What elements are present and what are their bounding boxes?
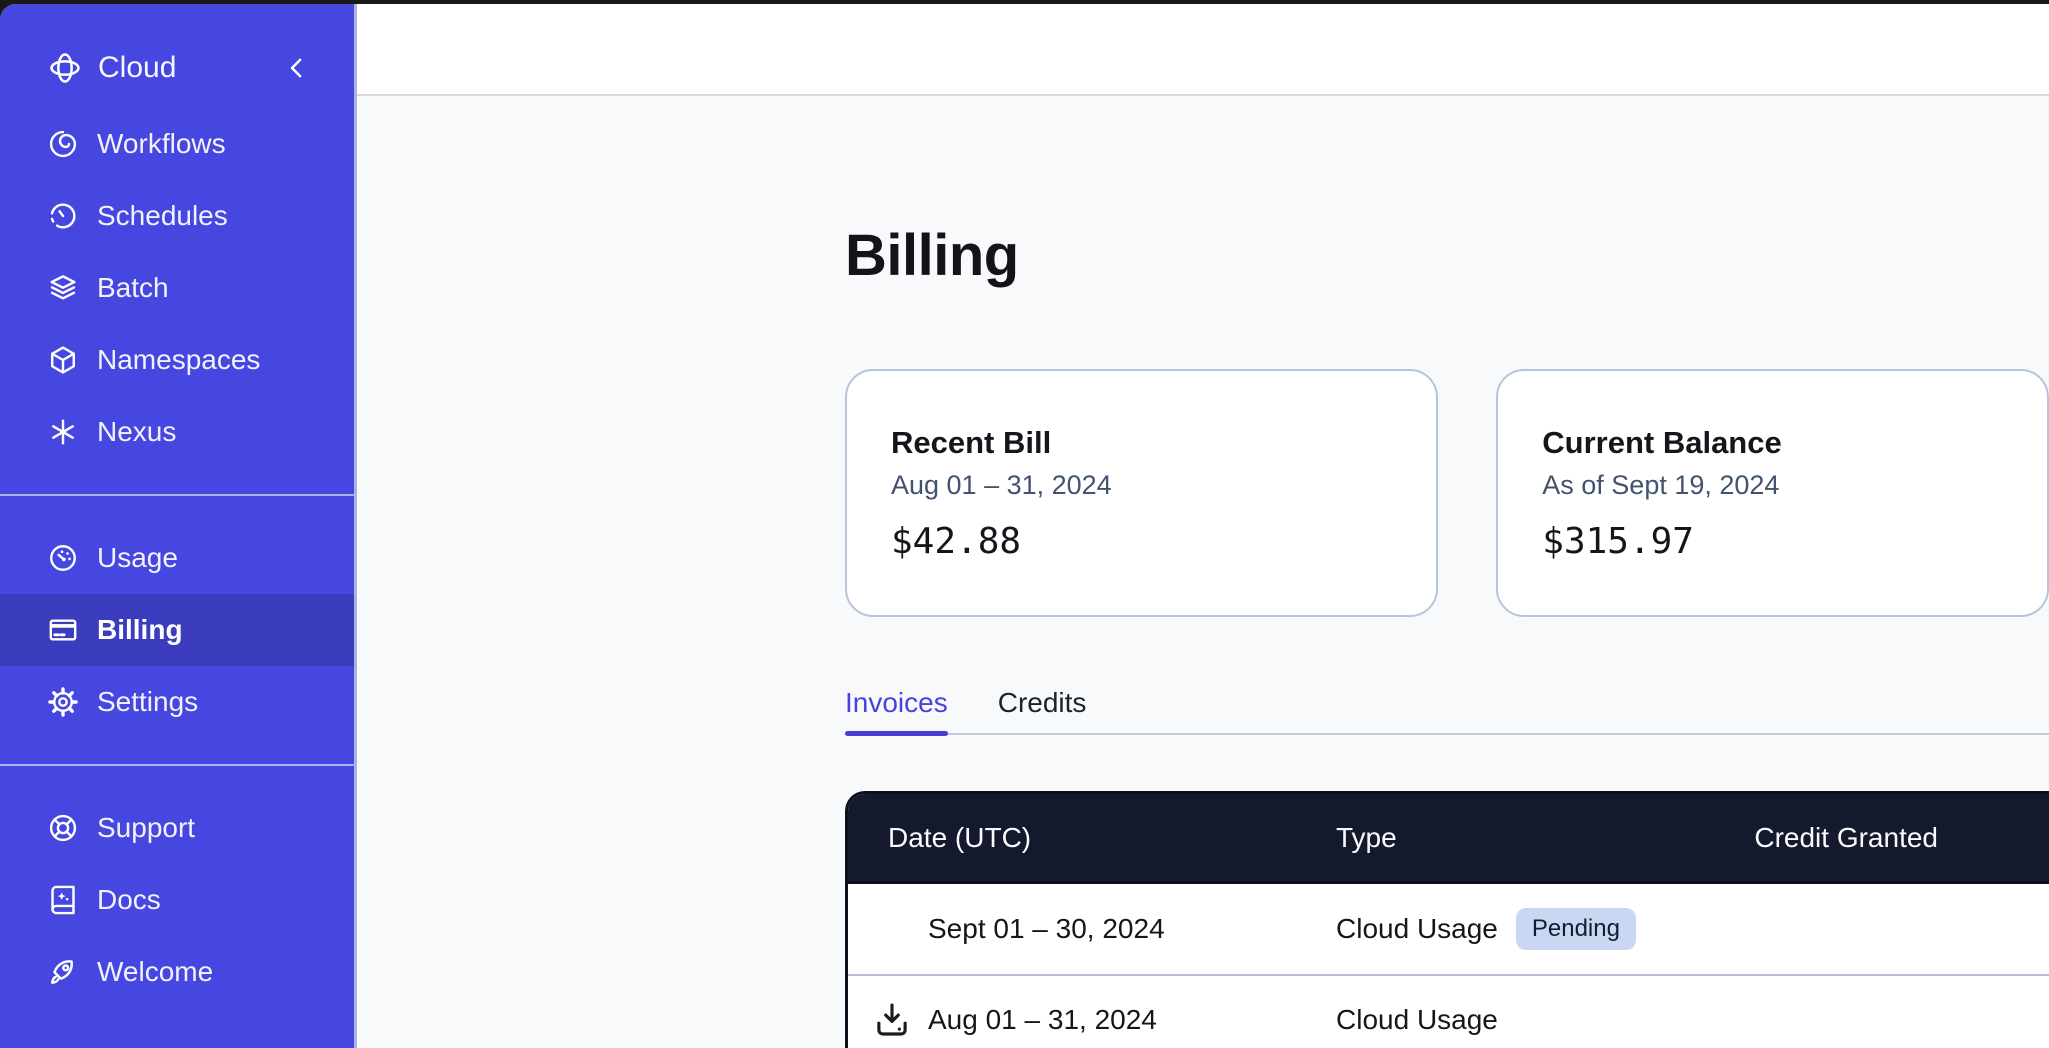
table-row: Sept 01 – 30, 2024 Cloud Usage Pending bbox=[848, 884, 2049, 974]
summary-cards: Recent Bill Aug 01 – 31, 2024 $42.88 Cur… bbox=[845, 369, 2049, 617]
billing-tabs: Invoices Credits bbox=[845, 687, 2049, 735]
invoice-type: Cloud Usage bbox=[1336, 913, 1498, 945]
sidebar-divider bbox=[0, 494, 354, 496]
app-window: Cloud Workflows bbox=[0, 4, 2049, 1048]
sidebar-item-label: Usage bbox=[97, 542, 178, 574]
sidebar-item-label: Batch bbox=[97, 272, 169, 304]
main-area: Billing Recent Bill Aug 01 – 31, 2024 $4… bbox=[357, 4, 2049, 1048]
invoice-date: Sept 01 – 30, 2024 bbox=[928, 913, 1165, 945]
sidebar-item-label: Workflows bbox=[97, 128, 226, 160]
billing-page: Billing Recent Bill Aug 01 – 31, 2024 $4… bbox=[357, 96, 2049, 1048]
chevron-left-icon bbox=[282, 53, 312, 83]
column-header-credit-granted: Credit Granted bbox=[1706, 822, 1946, 854]
invoice-date: Aug 01 – 31, 2024 bbox=[928, 1004, 1157, 1036]
table-row: Aug 01 – 31, 2024 Cloud Usage bbox=[848, 974, 2049, 1048]
temporal-logo-icon bbox=[46, 49, 84, 87]
sidebar-item-batch[interactable]: Batch bbox=[0, 252, 354, 324]
card-amount: $315.97 bbox=[1542, 521, 2003, 563]
sidebar-item-namespaces[interactable]: Namespaces bbox=[0, 324, 354, 396]
card-title: Current Balance bbox=[1542, 425, 2003, 461]
invoice-date-cell: Sept 01 – 30, 2024 bbox=[848, 907, 1336, 951]
welcome-rocket-icon bbox=[46, 955, 80, 989]
batch-layers-icon bbox=[46, 271, 80, 305]
column-header-date: Date (UTC) bbox=[848, 822, 1336, 854]
namespaces-cube-icon bbox=[46, 343, 80, 377]
sidebar-collapse-button[interactable] bbox=[282, 53, 312, 83]
schedules-timer-icon bbox=[46, 199, 80, 233]
page-title: Billing bbox=[845, 222, 2049, 289]
invoice-date-cell: Aug 01 – 31, 2024 bbox=[848, 998, 1336, 1042]
sidebar-item-settings[interactable]: Settings bbox=[0, 666, 354, 738]
sidebar: Cloud Workflows bbox=[0, 4, 357, 1048]
sidebar-item-label: Support bbox=[97, 812, 195, 844]
sidebar-item-schedules[interactable]: Schedules bbox=[0, 180, 354, 252]
sidebar-item-usage[interactable]: Usage bbox=[0, 522, 354, 594]
docs-book-icon bbox=[46, 883, 80, 917]
sidebar-item-label: Settings bbox=[97, 686, 198, 718]
sidebar-item-workflows[interactable]: Workflows bbox=[0, 108, 354, 180]
recent-bill-card: Recent Bill Aug 01 – 31, 2024 $42.88 bbox=[845, 369, 1438, 617]
support-lifebuoy-icon bbox=[46, 811, 80, 845]
card-amount: $42.88 bbox=[891, 521, 1392, 563]
sidebar-item-support[interactable]: Support bbox=[0, 792, 354, 864]
settings-gear-icon bbox=[46, 685, 80, 719]
sidebar-item-label: Welcome bbox=[97, 956, 213, 988]
sidebar-nav: Workflows Schedules bbox=[0, 108, 354, 1008]
current-balance-card: Current Balance As of Sept 19, 2024 $315… bbox=[1496, 369, 2049, 617]
nexus-asterisk-icon bbox=[46, 415, 80, 449]
card-as-of-date: As of Sept 19, 2024 bbox=[1542, 469, 2003, 501]
usage-gauge-icon bbox=[46, 541, 80, 575]
sidebar-item-billing[interactable]: Billing bbox=[0, 594, 354, 666]
sidebar-item-welcome[interactable]: Welcome bbox=[0, 936, 354, 1008]
download-invoice-button[interactable] bbox=[870, 998, 914, 1042]
download-icon bbox=[871, 999, 913, 1041]
tab-invoices[interactable]: Invoices bbox=[845, 687, 948, 733]
sidebar-item-label: Docs bbox=[97, 884, 161, 916]
sidebar-item-label: Nexus bbox=[97, 416, 176, 448]
sidebar-item-docs[interactable]: Docs bbox=[0, 864, 354, 936]
invoice-type-cell: Cloud Usage Pending bbox=[1336, 908, 1976, 950]
table-header-row: Date (UTC) Type Credit Granted bbox=[848, 794, 2049, 884]
invoice-type: Cloud Usage bbox=[1336, 1004, 1498, 1036]
status-badge-pending: Pending bbox=[1516, 908, 1636, 950]
sidebar-item-label: Namespaces bbox=[97, 344, 260, 376]
invoices-table: Date (UTC) Type Credit Granted Sept 01 –… bbox=[845, 791, 2049, 1048]
sidebar-item-nexus[interactable]: Nexus bbox=[0, 396, 354, 468]
invoice-type-cell: Cloud Usage bbox=[1336, 1004, 1976, 1036]
tab-credits[interactable]: Credits bbox=[998, 687, 1087, 733]
top-bar bbox=[357, 4, 2049, 96]
column-header-type: Type bbox=[1336, 822, 1706, 854]
card-title: Recent Bill bbox=[891, 425, 1392, 461]
sidebar-item-label: Schedules bbox=[97, 200, 228, 232]
sidebar-divider bbox=[0, 764, 354, 766]
sidebar-item-label: Billing bbox=[97, 614, 183, 646]
brand-label: Cloud bbox=[98, 51, 282, 85]
download-slot-empty bbox=[870, 907, 914, 951]
workflows-spiral-icon bbox=[46, 127, 80, 161]
billing-card-icon bbox=[46, 613, 80, 647]
card-date-range: Aug 01 – 31, 2024 bbox=[891, 469, 1392, 501]
sidebar-header: Cloud bbox=[0, 34, 354, 102]
